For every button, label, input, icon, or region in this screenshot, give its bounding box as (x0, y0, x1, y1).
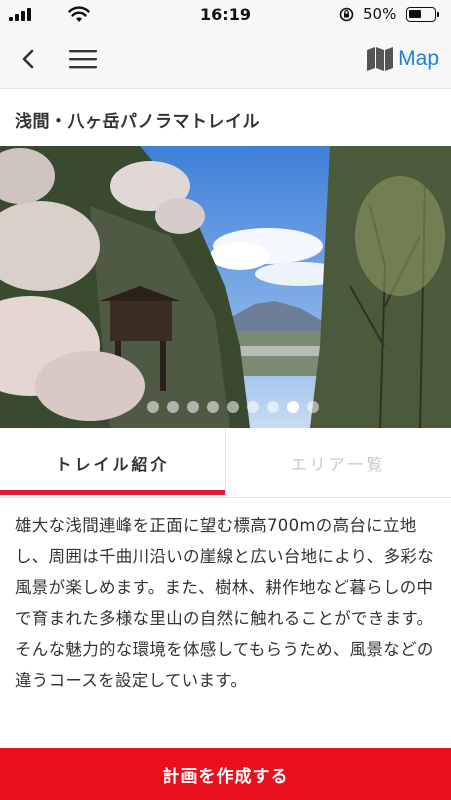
hamburger-menu-icon[interactable] (69, 48, 97, 70)
hero-photo (0, 146, 451, 428)
carousel-dot[interactable] (286, 401, 299, 413)
tab-area-list[interactable]: エリア一覧 (225, 428, 450, 498)
trail-description: 雄大な浅間連峰を正面に望む標高700mの高台に立地し、周囲は千曲川沿いの崖線と広… (15, 516, 435, 690)
active-tab-indicator (0, 490, 225, 495)
back-chevron-icon[interactable] (17, 47, 41, 71)
map-icon (367, 47, 394, 71)
page-title: 浅間・八ヶ岳パノラマトレイル (15, 112, 260, 132)
carousel-dot[interactable] (146, 401, 159, 413)
tab-trail-intro[interactable]: トレイル紹介 (0, 428, 225, 498)
battery-icon (406, 7, 436, 22)
title-row: 浅間・八ヶ岳パノラマトレイル (0, 88, 451, 146)
carousel-dot[interactable] (266, 401, 279, 413)
map-button[interactable]: Map (366, 44, 439, 74)
map-label: Map (398, 47, 439, 70)
carousel-dot[interactable] (246, 401, 259, 413)
carousel-dot[interactable] (226, 401, 239, 413)
carousel-dot[interactable] (166, 401, 179, 413)
carousel-dots (0, 401, 451, 413)
nav-bar: Map (0, 30, 451, 88)
create-plan-button[interactable]: 計画を作成する (0, 748, 451, 800)
hero-carousel[interactable] (0, 146, 451, 428)
tab-bar: トレイル紹介 エリア一覧 (0, 428, 451, 498)
carousel-dot[interactable] (306, 401, 319, 413)
rotation-lock-icon (339, 7, 354, 22)
status-bar: 16:19 50% (0, 0, 451, 30)
battery-percent: 50% (363, 5, 397, 23)
carousel-dot[interactable] (206, 401, 219, 413)
carousel-dot[interactable] (186, 401, 199, 413)
